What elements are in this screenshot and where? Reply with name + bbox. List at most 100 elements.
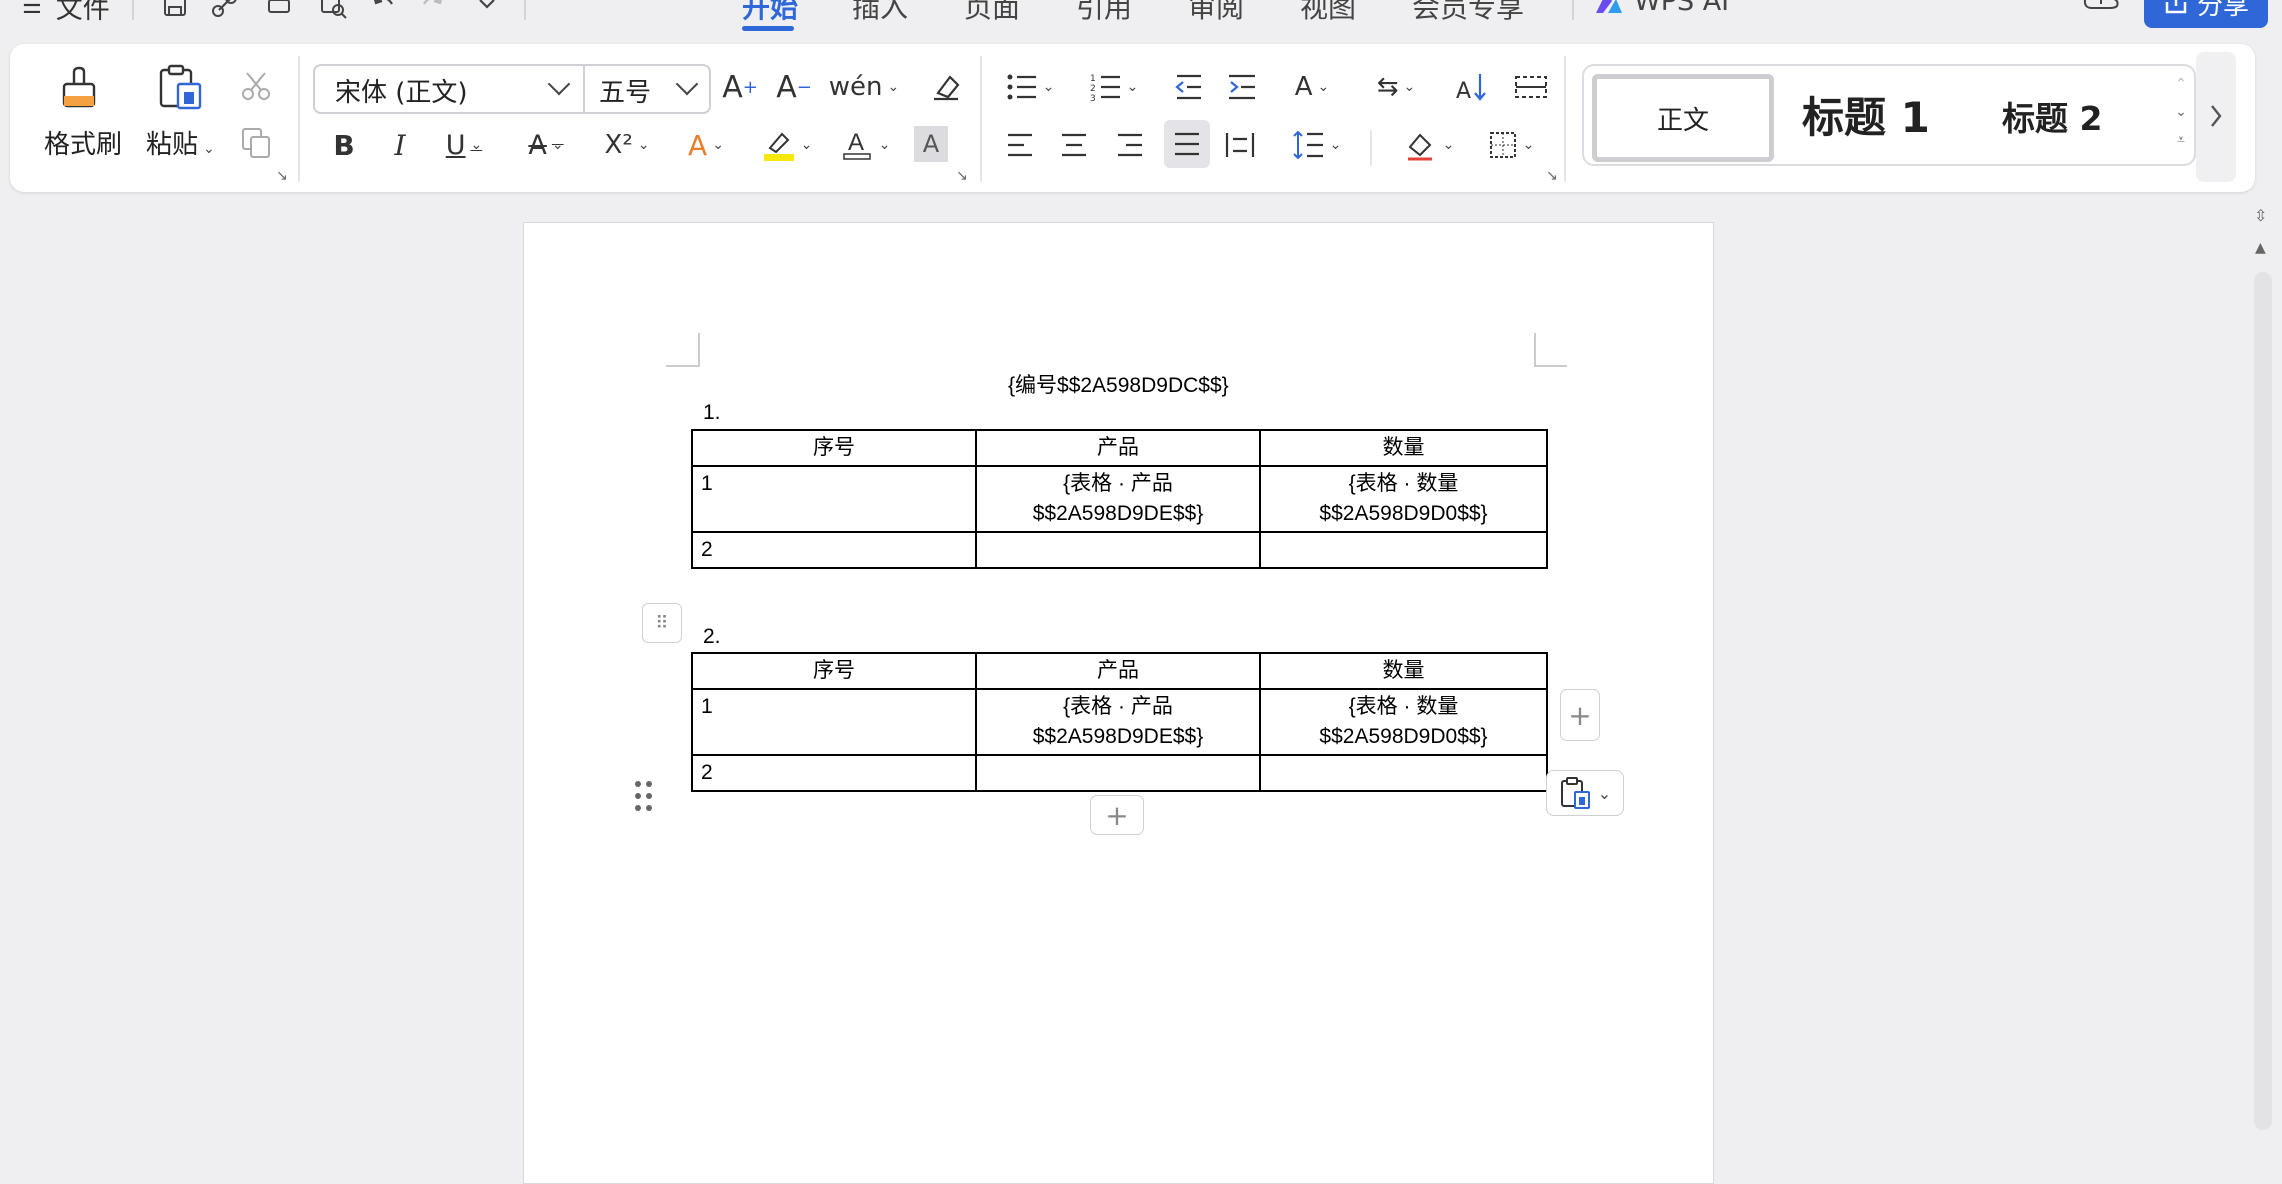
tab-references[interactable]: 引用 xyxy=(1076,0,1132,26)
table-drag-handle-icon[interactable] xyxy=(634,780,654,814)
table-cell[interactable]: 2 xyxy=(691,531,977,569)
save-icon[interactable] xyxy=(158,0,192,22)
style-heading-2[interactable]: 标题 2 xyxy=(2002,92,2102,140)
block-drag-handle-icon[interactable]: ⠿ xyxy=(642,603,682,643)
undo-icon[interactable] xyxy=(366,0,400,22)
data-table-2[interactable]: 序号 产品 数量 1 {表格 · 产品 $$2A598D9DE$$} {表格 ·… xyxy=(691,652,1548,792)
share-button[interactable]: 分享 xyxy=(2144,0,2268,28)
font-size-field[interactable]: 五号 xyxy=(599,72,651,109)
distributed-align-icon[interactable] xyxy=(1220,124,1260,166)
justify-icon[interactable] xyxy=(1164,120,1210,168)
wps-ai-button[interactable]: WPS AI xyxy=(1594,0,1729,17)
table-cell[interactable]: 2 xyxy=(691,754,977,792)
file-menu[interactable]: ☰ 文件 xyxy=(22,0,110,26)
table-cell[interactable]: {表格 · 产品 $$2A598D9DE$$} xyxy=(975,688,1261,756)
header-field[interactable]: {编号$$2A598D9DC$$} xyxy=(1008,369,1229,399)
table-cell[interactable]: {表格 · 数量 $$2A598D9D0$$} xyxy=(1259,465,1548,533)
table-cell[interactable] xyxy=(1259,754,1548,792)
column-header[interactable]: 序号 xyxy=(691,652,977,690)
align-center-icon[interactable] xyxy=(1054,124,1094,166)
text-effect-icon[interactable]: A ⌄ xyxy=(676,124,736,166)
tab-view[interactable]: 视图 xyxy=(1300,0,1356,26)
style-normal[interactable]: 正文 xyxy=(1592,74,1774,162)
column-header[interactable]: 产品 xyxy=(975,429,1261,467)
paragraph-dialog-launcher-icon[interactable]: ↘ xyxy=(1546,168,1558,184)
table-cell[interactable]: {表格 · 数量 $$2A598D9D0$$} xyxy=(1259,688,1548,756)
table-cell[interactable] xyxy=(975,531,1261,569)
column-header[interactable]: 序号 xyxy=(691,429,977,467)
show-marks-icon[interactable] xyxy=(1508,66,1554,108)
column-header[interactable]: 数量 xyxy=(1259,429,1548,467)
copy-icon[interactable] xyxy=(236,122,276,162)
clear-format-icon[interactable] xyxy=(924,66,968,108)
print-icon[interactable] xyxy=(262,0,296,22)
vertical-scrollbar[interactable] xyxy=(2254,272,2272,1130)
redo-icon[interactable] xyxy=(416,0,450,22)
list-number[interactable]: 2. xyxy=(703,625,721,649)
align-left-icon[interactable] xyxy=(1000,124,1040,166)
tab-review[interactable]: 审阅 xyxy=(1188,0,1244,26)
list-number[interactable]: 1. xyxy=(703,401,721,425)
table-cell[interactable]: 1 xyxy=(691,465,977,533)
char-shading-icon[interactable]: A xyxy=(914,126,948,162)
add-row-button[interactable]: + xyxy=(1090,795,1144,835)
add-column-button[interactable]: + xyxy=(1560,689,1600,741)
paste-options-button[interactable]: ⌄ xyxy=(1546,770,1624,816)
text-direction-icon[interactable]: A ⌄ xyxy=(1282,66,1342,108)
bullet-list-icon[interactable]: ⌄ xyxy=(1000,66,1060,108)
style-heading-1[interactable]: 标题 1 xyxy=(1802,84,1930,145)
underline-button[interactable]: U ⌄ xyxy=(434,124,494,166)
chevron-up-icon[interactable]: ⌃ xyxy=(2173,70,2189,98)
line-spacing-icon[interactable]: ⌄ xyxy=(1282,124,1352,166)
expand-gallery-icon[interactable]: ⩡ xyxy=(2173,126,2189,154)
align-right-icon[interactable] xyxy=(1110,124,1150,166)
decrease-indent-icon[interactable] xyxy=(1168,66,1208,108)
chevron-down-icon[interactable] xyxy=(547,72,571,96)
customize-dropdown-icon[interactable] xyxy=(470,0,504,22)
increase-indent-icon[interactable] xyxy=(1222,66,1262,108)
font-color-icon[interactable]: A ⌄ xyxy=(830,124,900,166)
font-name-field[interactable]: 宋体 (正文) xyxy=(335,72,468,109)
clipboard-dialog-launcher-icon[interactable]: ↘ xyxy=(276,168,288,184)
highlight-icon[interactable]: ⌄ xyxy=(752,124,822,166)
italic-button[interactable]: I xyxy=(380,124,420,166)
link-icon[interactable] xyxy=(208,0,242,22)
tab-insert[interactable]: 插入 xyxy=(852,0,908,26)
bold-button[interactable]: B xyxy=(324,124,364,166)
column-header[interactable]: 产品 xyxy=(975,652,1261,690)
borders-icon[interactable]: ⌄ xyxy=(1476,124,1546,166)
cloud-sync-icon[interactable] xyxy=(2082,0,2120,18)
table-cell[interactable]: {表格 · 产品 $$2A598D9DE$$} xyxy=(975,465,1261,533)
print-preview-icon[interactable] xyxy=(316,0,350,22)
shrink-font-icon[interactable]: A − xyxy=(774,66,814,108)
styles-scroll-controls[interactable]: ⌃ ⌄ ⩡ xyxy=(2173,70,2189,154)
cut-icon[interactable] xyxy=(236,66,276,106)
tab-home[interactable]: 开始 xyxy=(742,0,798,26)
tab-membership[interactable]: 会员专享 xyxy=(1412,0,1524,26)
table-cell[interactable] xyxy=(975,754,1261,792)
sort-icon[interactable]: A xyxy=(1450,66,1496,108)
grow-font-icon[interactable]: A + xyxy=(720,66,760,108)
tab-page[interactable]: 页面 xyxy=(964,0,1020,26)
document-page[interactable]: {编号$$2A598D9DC$$} 1. 序号 产品 数量 1 {表格 · 产品… xyxy=(523,222,1714,1184)
superscript-button[interactable]: X² ⌄ xyxy=(592,124,662,166)
scroll-up-icon[interactable]: ▲ xyxy=(2255,240,2266,256)
chevron-down-icon[interactable] xyxy=(675,72,699,96)
format-painter-label[interactable]: 格式刷 xyxy=(44,124,122,161)
line-swap-icon[interactable]: ⇆ ⌄ xyxy=(1366,66,1426,108)
strikethrough-button[interactable]: A ⌄ xyxy=(516,124,576,166)
paste-icon[interactable] xyxy=(156,64,206,112)
shading-icon[interactable]: ⌄ xyxy=(1394,124,1464,166)
numbered-list-icon[interactable]: 1 2 3 ⌄ xyxy=(1084,66,1144,108)
phonetic-guide-icon[interactable]: wén ⌄ xyxy=(829,66,899,108)
styles-gallery[interactable]: 正文 标题 1 标题 2 xyxy=(1582,64,2196,166)
format-painter-icon[interactable] xyxy=(58,66,102,110)
column-header[interactable]: 数量 xyxy=(1259,652,1548,690)
font-selector[interactable]: 宋体 (正文) 五号 xyxy=(313,64,711,114)
ribbon-scroll-right[interactable] xyxy=(2196,52,2236,182)
font-dialog-launcher-icon[interactable]: ↘ xyxy=(956,168,968,184)
paste-label[interactable]: 粘贴 ⌄ xyxy=(146,124,215,161)
chevron-down-icon[interactable]: ⌄ xyxy=(2173,98,2189,126)
table-cell[interactable] xyxy=(1259,531,1548,569)
split-view-icon[interactable]: ⇳ xyxy=(2254,206,2267,225)
